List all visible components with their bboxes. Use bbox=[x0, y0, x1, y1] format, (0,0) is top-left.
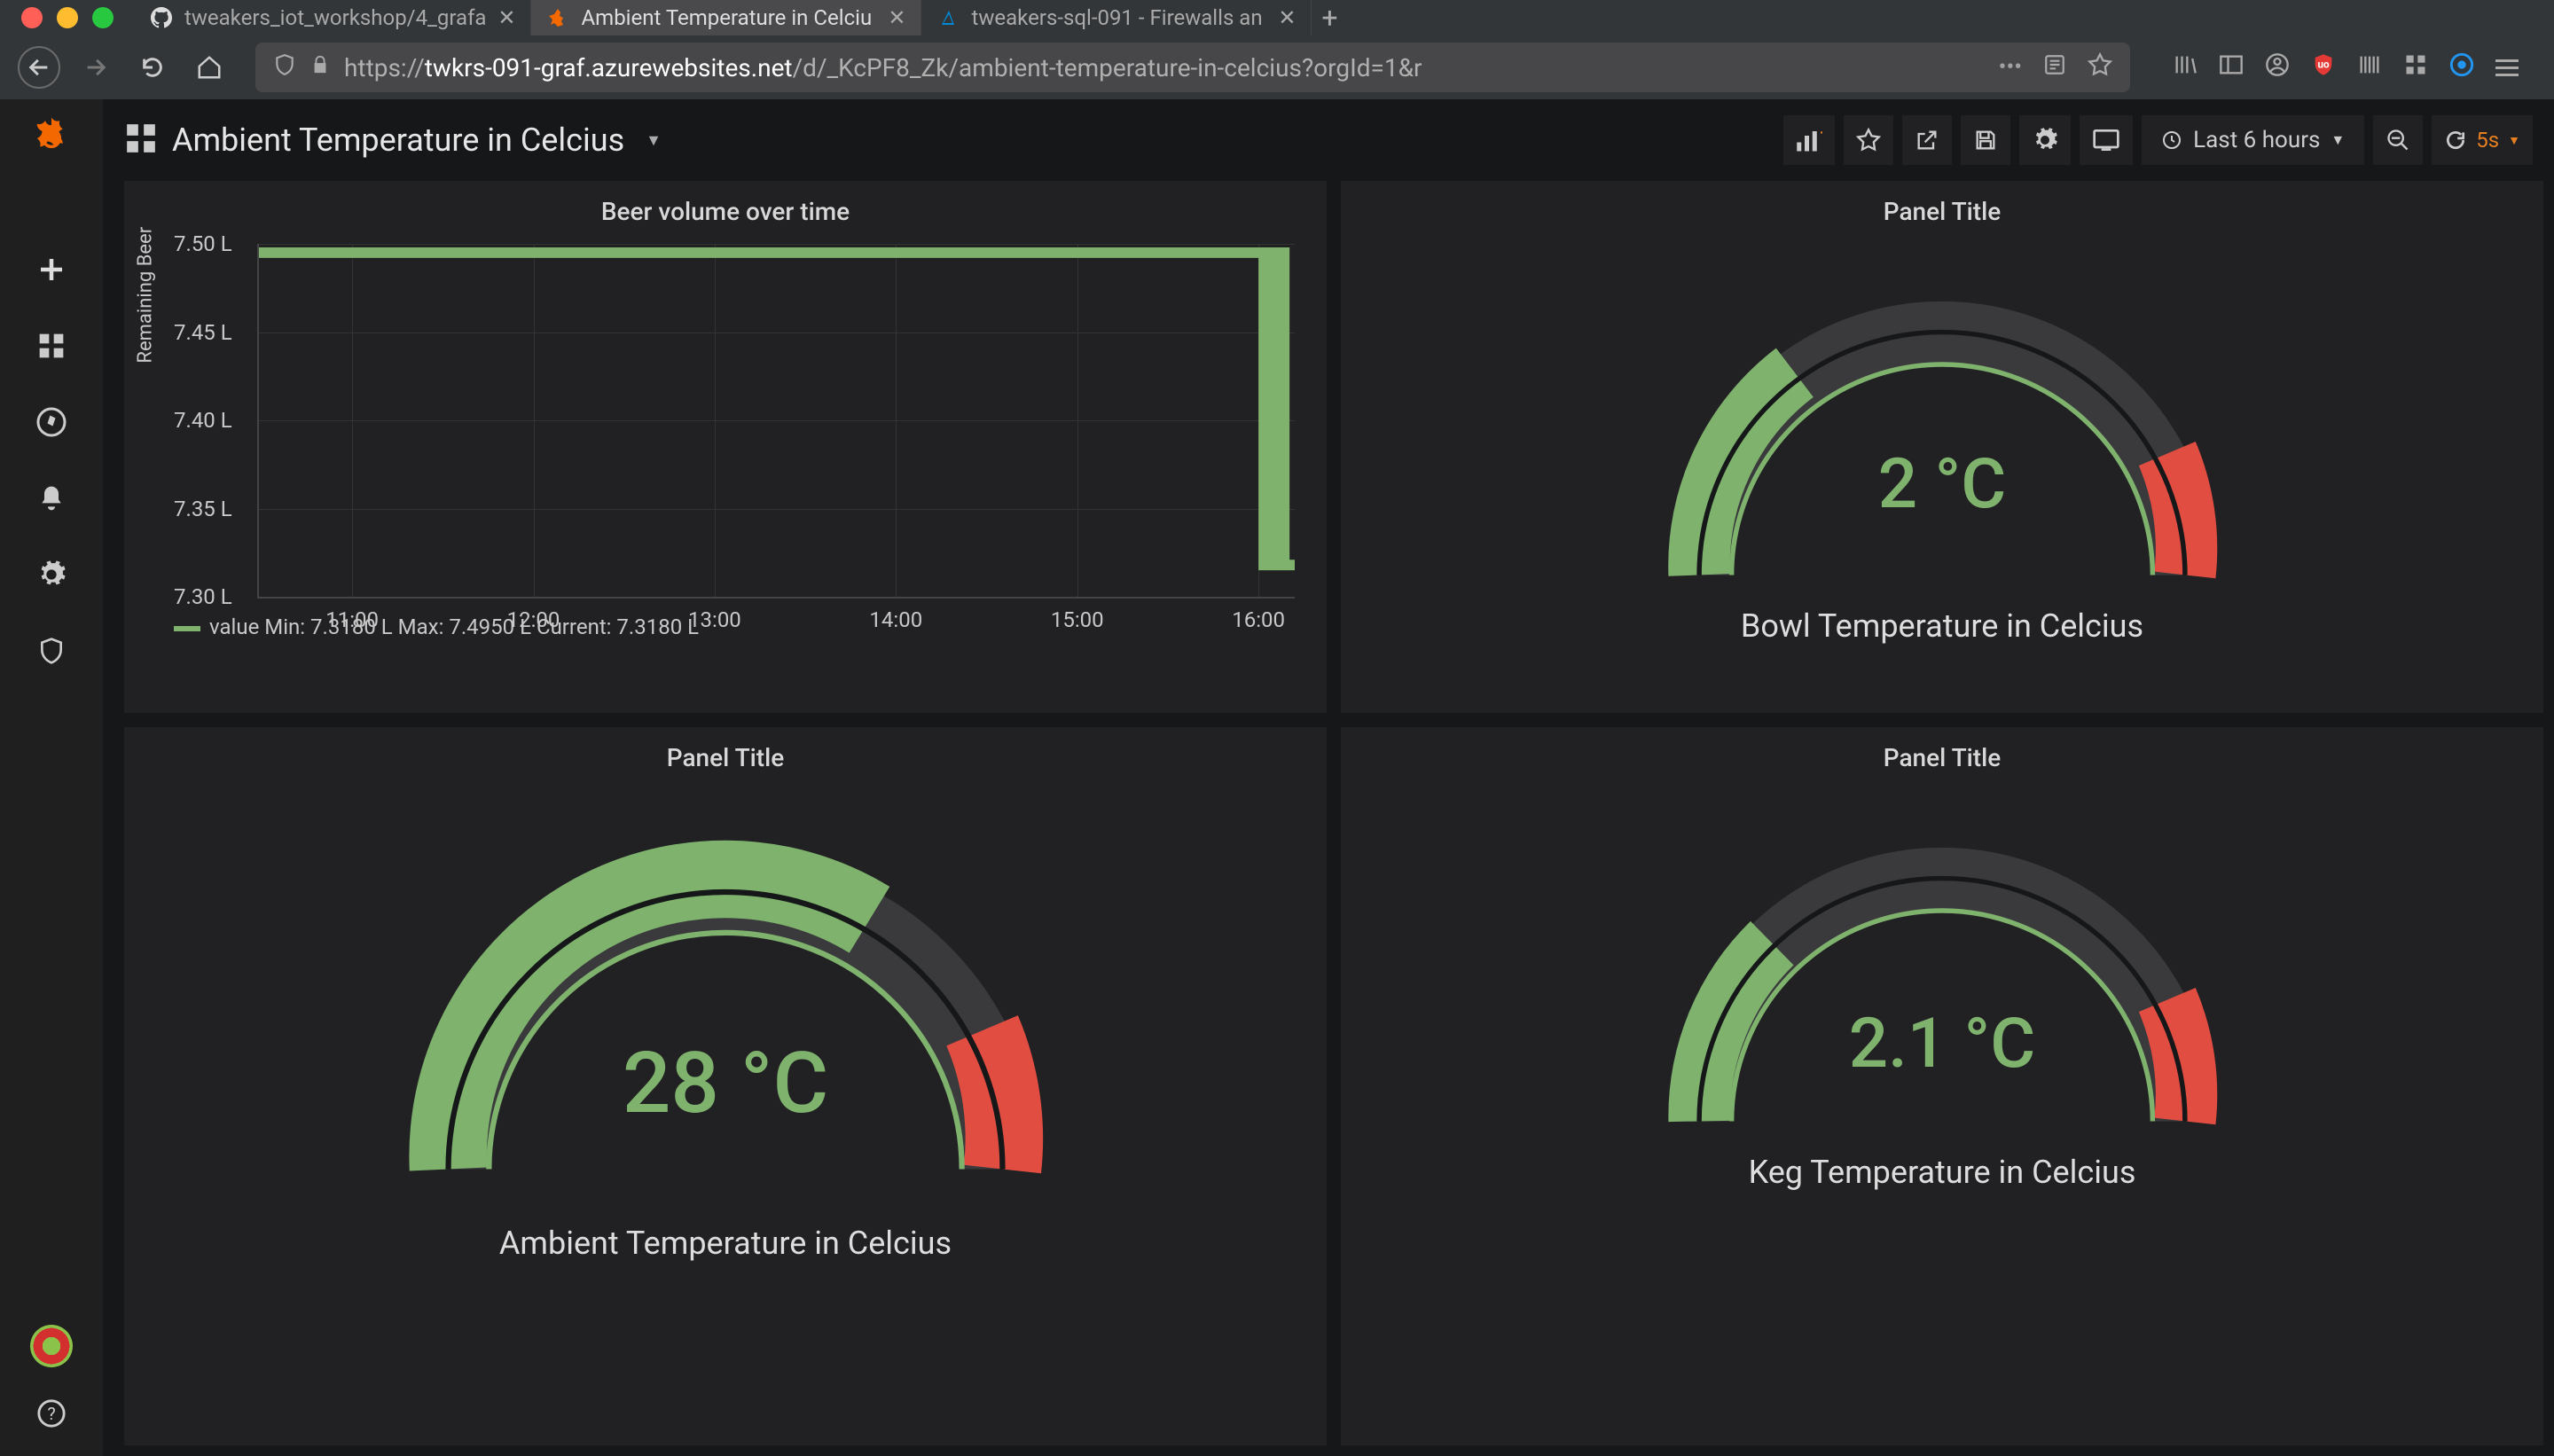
tab-title: tweakers_iot_workshop/4_grafa bbox=[184, 5, 486, 30]
grafana-logo[interactable] bbox=[27, 114, 76, 163]
shield-icon bbox=[273, 53, 296, 82]
tab-close-button[interactable]: ✕ bbox=[497, 8, 516, 27]
gauge-keg: 2.1 °C Keg Temperature in Celcius bbox=[1341, 781, 2543, 1191]
library-icon[interactable] bbox=[2173, 52, 2198, 83]
panels-grid: Beer volume over time Remaining Beer 7.5… bbox=[103, 181, 2554, 1456]
share-button[interactable] bbox=[1902, 115, 1952, 165]
sidebar-configuration[interactable] bbox=[27, 550, 76, 599]
page-actions-icon[interactable]: ••• bbox=[1999, 54, 2022, 81]
sidebar-toggle-icon[interactable] bbox=[2219, 52, 2244, 83]
user-avatar[interactable] bbox=[30, 1325, 73, 1367]
url-bar[interactable]: https://twkrs-091-graf.azurewebsites.net… bbox=[255, 43, 2130, 92]
refresh-interval: 5s bbox=[2476, 128, 2499, 153]
tab-grafana-active[interactable]: Ambient Temperature in Celciu ✕ bbox=[531, 0, 921, 35]
gauge-label: Keg Temperature in Celcius bbox=[1749, 1154, 2136, 1191]
lock-icon bbox=[310, 55, 330, 80]
tab-azure[interactable]: tweakers-sql-091 - Firewalls an ✕ bbox=[921, 0, 1312, 35]
grafana-main: Ambient Temperature in Celcius ▼ + Last … bbox=[103, 99, 2554, 1456]
svg-text:uo: uo bbox=[2317, 58, 2330, 70]
back-button[interactable] bbox=[18, 46, 60, 89]
forward-button[interactable] bbox=[74, 46, 117, 89]
grafana-app: ? Ambient Temperature in Celcius ▼ + Las… bbox=[0, 99, 2554, 1456]
legend-swatch bbox=[174, 626, 200, 631]
sidebar-server-admin[interactable] bbox=[27, 626, 76, 676]
nav-bar: https://twkrs-091-graf.azurewebsites.net… bbox=[0, 35, 2554, 99]
dashboards-icon[interactable] bbox=[124, 121, 158, 159]
dashboard-header: Ambient Temperature in Celcius ▼ + Last … bbox=[103, 99, 2554, 181]
chevron-down-icon: ▼ bbox=[2331, 131, 2345, 149]
grafana-icon bbox=[545, 5, 570, 30]
tabs-container: tweakers_iot_workshop/4_grafa ✕ Ambient … bbox=[135, 0, 1347, 35]
reader-icon[interactable] bbox=[2043, 53, 2066, 82]
minimize-window-button[interactable] bbox=[57, 7, 78, 28]
panel-keg-temp[interactable]: Panel Title 2.1 °C Keg Temperature in Ce… bbox=[1341, 727, 2543, 1445]
ext2-icon[interactable] bbox=[2403, 52, 2428, 83]
url-text: https://twkrs-091-graf.azurewebsites.net… bbox=[344, 53, 1985, 82]
y-axis-label: Remaining Beer bbox=[135, 227, 157, 364]
gauge-bowl: 2 °C Bowl Temperature in Celcius bbox=[1341, 235, 2543, 645]
save-button[interactable] bbox=[1961, 115, 2010, 165]
panel-title: Panel Title bbox=[1341, 727, 2543, 781]
time-range-picker[interactable]: Last 6 hours ▼ bbox=[2142, 115, 2364, 165]
tab-title: tweakers-sql-091 - Firewalls an bbox=[971, 5, 1266, 30]
panel-beer-volume[interactable]: Beer volume over time Remaining Beer 7.5… bbox=[124, 181, 1327, 713]
sidebar-explore[interactable] bbox=[27, 397, 76, 447]
panel-bowl-temp[interactable]: Panel Title 2 °C Bowl Temperature in Cel… bbox=[1341, 181, 2543, 713]
star-button[interactable] bbox=[1844, 115, 1893, 165]
sidebar-alerting[interactable] bbox=[27, 474, 76, 523]
chevron-down-icon: ▼ bbox=[2508, 133, 2520, 148]
ext3-icon[interactable] bbox=[2449, 52, 2474, 83]
ext1-icon[interactable] bbox=[2357, 52, 2382, 83]
time-range-label: Last 6 hours bbox=[2193, 127, 2320, 153]
panel-title: Panel Title bbox=[124, 727, 1327, 781]
tab-close-button[interactable]: ✕ bbox=[1277, 8, 1297, 27]
gauge-label: Ambient Temperature in Celcius bbox=[499, 1225, 952, 1262]
account-icon[interactable] bbox=[2265, 52, 2290, 83]
ublock-icon[interactable]: uo bbox=[2311, 52, 2336, 83]
svg-text:+: + bbox=[1821, 129, 1823, 143]
home-button[interactable] bbox=[188, 46, 231, 89]
sidebar-help[interactable]: ? bbox=[27, 1389, 76, 1438]
cycle-view-button[interactable] bbox=[2080, 115, 2133, 165]
reload-button[interactable] bbox=[131, 46, 174, 89]
panel-title: Panel Title bbox=[1341, 181, 2543, 235]
toolbar-right: uo bbox=[2155, 52, 2536, 83]
browser-chrome: tweakers_iot_workshop/4_grafa ✕ Ambient … bbox=[0, 0, 2554, 99]
window-controls bbox=[0, 7, 135, 28]
close-window-button[interactable] bbox=[21, 7, 43, 28]
bookmark-star-icon[interactable] bbox=[2088, 52, 2112, 83]
menu-button[interactable] bbox=[2495, 59, 2519, 76]
new-tab-button[interactable]: + bbox=[1312, 0, 1347, 35]
header-actions: + Last 6 hours ▼ 5s ▼ bbox=[1783, 115, 2533, 165]
tab-close-button[interactable]: ✕ bbox=[887, 8, 906, 27]
panel-title: Beer volume over time bbox=[124, 181, 1327, 235]
github-icon bbox=[149, 5, 174, 30]
sidebar-dashboards[interactable] bbox=[27, 321, 76, 371]
grafana-sidebar: ? bbox=[0, 99, 103, 1456]
tab-title: Ambient Temperature in Celciu bbox=[581, 5, 876, 30]
graph-plot-area[interactable]: Remaining Beer 7.50 L 7.45 L 7.40 L 7.35… bbox=[257, 244, 1295, 599]
clock-icon bbox=[2161, 129, 2182, 151]
tab-github[interactable]: tweakers_iot_workshop/4_grafa ✕ bbox=[135, 0, 531, 35]
refresh-button[interactable]: 5s ▼ bbox=[2432, 115, 2533, 165]
zoom-out-button[interactable] bbox=[2373, 115, 2423, 165]
maximize-window-button[interactable] bbox=[92, 7, 114, 28]
gauge-value: 28 °C bbox=[623, 1034, 828, 1133]
url-actions: ••• bbox=[1999, 52, 2112, 83]
dashboard-title[interactable]: Ambient Temperature in Celcius bbox=[172, 121, 624, 159]
gauge-value: 2 °C bbox=[1878, 444, 2006, 525]
panel-ambient-temp[interactable]: Panel Title 28 °C Ambient Temperature in… bbox=[124, 727, 1327, 1445]
gauge-value: 2.1 °C bbox=[1849, 1004, 2035, 1084]
gauge-label: Bowl Temperature in Celcius bbox=[1741, 607, 2143, 645]
gauge-ambient: 28 °C Ambient Temperature in Celcius bbox=[124, 781, 1327, 1262]
add-panel-button[interactable]: + bbox=[1783, 115, 1835, 165]
line-series bbox=[259, 244, 1295, 597]
azure-icon bbox=[936, 5, 960, 30]
tab-bar: tweakers_iot_workshop/4_grafa ✕ Ambient … bbox=[0, 0, 2554, 35]
sidebar-create[interactable] bbox=[27, 245, 76, 294]
svg-text:?: ? bbox=[47, 1404, 55, 1424]
settings-button[interactable] bbox=[2019, 115, 2071, 165]
chevron-down-icon[interactable]: ▼ bbox=[646, 131, 662, 150]
